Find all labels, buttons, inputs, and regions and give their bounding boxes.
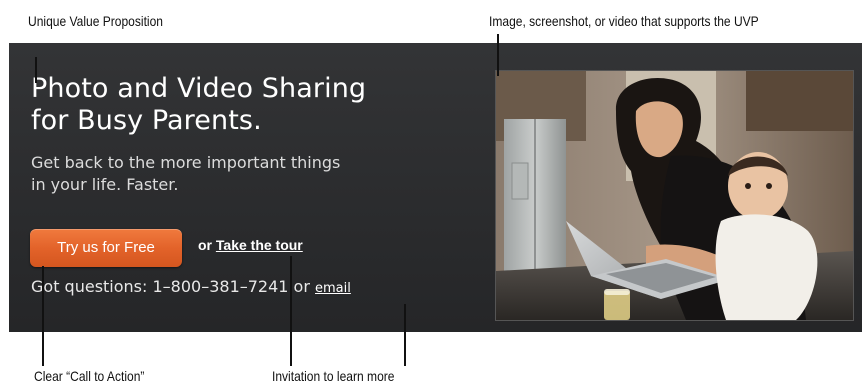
questions-text: Got questions: 1–800–381–7241 or [31,277,310,296]
subheadline: Get back to the more important things in… [31,152,340,196]
headline-line-2: for Busy Parents. [31,105,262,136]
annotation-uvp: Unique Value Proposition [28,13,163,29]
subheadline-line-1: Get back to the more important things [31,153,341,172]
media-callout-line [497,34,499,76]
subheadline-line-2: in your life. Faster. [31,175,179,194]
uvp-callout-line [35,57,37,83]
headline-line-1: Photo and Video Sharing [31,73,367,104]
email-callout-line [404,304,406,366]
tour-callout-line [290,256,292,366]
mother-baby-laptop-photo [495,70,854,321]
contact-line: Got questions: 1–800–381–7241 or email [31,277,351,296]
tour-invitation: or Take the tour [198,237,303,253]
cta-callout-line [42,266,44,366]
email-link[interactable]: email [315,281,351,296]
or-text: or [198,237,212,253]
hero-panel: Photo and Video Sharing for Busy Parents… [9,43,862,332]
try-free-button[interactable]: Try us for Free [30,229,182,267]
annotation-learn-more: Invitation to learn more [272,368,395,384]
take-the-tour-link[interactable]: Take the tour [216,237,303,253]
annotation-cta: Clear “Call to Action” [34,368,145,384]
annotation-media: Image, screenshot, or video that support… [489,13,759,29]
headline: Photo and Video Sharing for Busy Parents… [31,73,366,137]
